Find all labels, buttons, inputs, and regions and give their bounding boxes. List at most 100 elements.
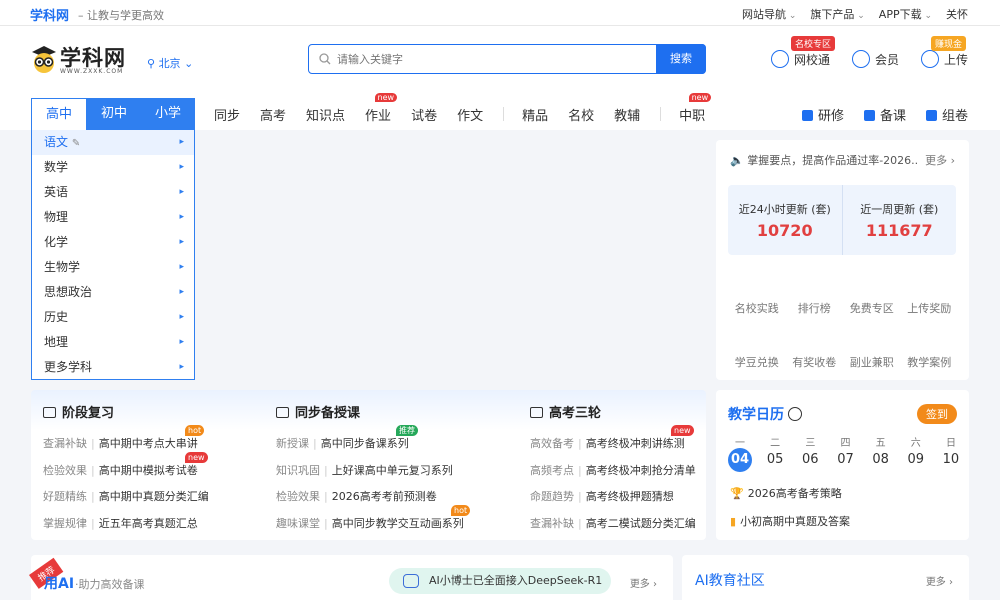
search-input[interactable] bbox=[337, 50, 637, 68]
bell-icon[interactable] bbox=[788, 407, 802, 421]
list-item[interactable]: 掌握规律 | 近五年高考真题汇总 bbox=[43, 511, 243, 538]
community-more-link[interactable]: 更多 › bbox=[926, 573, 953, 588]
nav-item-papers[interactable]: 试卷 bbox=[411, 105, 437, 124]
calendar-event[interactable]: ▮ 小初高期中真题及答案 bbox=[730, 513, 850, 529]
list-item[interactable]: 高频考点 | 高考终极冲刺抢分清单 bbox=[530, 458, 730, 485]
date[interactable]: 06 bbox=[798, 452, 822, 472]
subject-biology[interactable]: 生物学 bbox=[32, 255, 194, 280]
quick-link[interactable]: 教学案例 bbox=[901, 354, 959, 370]
site-logo[interactable]: 学科网 WWW.ZXXK.COM bbox=[30, 42, 130, 82]
search-icon bbox=[319, 53, 331, 65]
nav-item-sync[interactable]: 同步 bbox=[214, 105, 240, 124]
quick-link[interactable]: 名校实践 bbox=[728, 300, 786, 316]
book-icon bbox=[863, 109, 875, 121]
upload-button[interactable]: 赚现金 上传 bbox=[920, 36, 968, 68]
list-item[interactable]: 查漏补缺 | 高考二模试题分类汇编 bbox=[530, 511, 730, 538]
weekday: 五 bbox=[875, 438, 886, 449]
quick-link[interactable]: 学豆兑换 bbox=[728, 354, 786, 370]
date[interactable]: 08 bbox=[869, 452, 893, 472]
tab-primary-school[interactable]: 小学 bbox=[141, 98, 195, 130]
ai-more-link[interactable]: 更多 › bbox=[630, 575, 657, 590]
nav-item-knowledge[interactable]: 知识点 bbox=[306, 105, 345, 124]
notice-bar[interactable]: 🔈 掌握要点，提高作品通过率-2026... 更多 › bbox=[730, 152, 955, 168]
top-bar: 学科网 – 让教与学更高效 网站导航 旗下产品 APP下载 关怀 bbox=[0, 0, 1000, 26]
app-download-link[interactable]: APP下载 bbox=[879, 6, 932, 22]
quick-link[interactable]: 副业兼职 bbox=[843, 354, 901, 370]
header-actions: 名校专区 网校通 会员 赚现金 上传 bbox=[770, 36, 968, 68]
list-item[interactable]: 知识巩固 | 上好课高中单元复习系列 bbox=[276, 458, 476, 485]
nav-compose-paper[interactable]: 组卷 bbox=[925, 105, 968, 124]
subject-politics[interactable]: 思想政治 bbox=[32, 280, 194, 305]
nav-item-gaokao[interactable]: 高考 bbox=[260, 105, 286, 124]
subject-more[interactable]: 更多学科 bbox=[32, 355, 194, 380]
list-item[interactable]: 命题趋势 | 高考终极押题猜想 bbox=[530, 484, 730, 511]
list-item[interactable]: 高效备考 | 高考终极冲刺讲练测 new bbox=[530, 425, 730, 458]
subject-history[interactable]: 历史 bbox=[32, 305, 194, 330]
nav-item-vocational[interactable]: 中职 new bbox=[679, 92, 712, 124]
care-mode-link[interactable]: 关怀 bbox=[946, 6, 968, 22]
column-title[interactable]: 高考三轮 bbox=[530, 402, 730, 421]
sign-in-button[interactable]: 签到 bbox=[917, 404, 957, 424]
famous-school-tag: 名校专区 bbox=[790, 36, 835, 51]
column-title[interactable]: 阶段复习 bbox=[43, 402, 243, 421]
date[interactable]: 09 bbox=[904, 452, 928, 472]
quick-link[interactable]: 上传奖励 bbox=[901, 300, 959, 316]
list-item[interactable]: 检验效果 | 2026高考考前预测卷 bbox=[276, 484, 476, 511]
list-item[interactable]: 检验效果 | 高中期中模拟考试卷 new bbox=[43, 451, 243, 485]
city-selector[interactable]: ⚲ 北京 ⌄ bbox=[147, 55, 193, 71]
nav-item-tutoring[interactable]: 教辅 bbox=[614, 105, 640, 124]
nav-item-premium[interactable]: 精品 bbox=[522, 105, 548, 124]
search-button[interactable]: 搜索 bbox=[656, 44, 706, 74]
deepseek-banner[interactable]: AI小博士已全面接入DeepSeek-R1 bbox=[389, 568, 611, 594]
nav-item-essay[interactable]: 作文 bbox=[457, 105, 483, 124]
nav-lesson-prep[interactable]: 备课 bbox=[863, 105, 906, 124]
tab-middle-school[interactable]: 初中 bbox=[87, 98, 141, 130]
stat-value: 10720 bbox=[756, 221, 813, 240]
list-item[interactable]: 新授课 | 高中同步备课系列 推荐 bbox=[276, 425, 476, 458]
school-pass-button[interactable]: 名校专区 网校通 bbox=[770, 36, 835, 68]
date[interactable]: 07 bbox=[833, 452, 857, 472]
column-title[interactable]: 同步备授课 bbox=[276, 402, 476, 421]
divider: | bbox=[578, 516, 582, 530]
nav-divider bbox=[503, 107, 505, 121]
brand-small[interactable]: 学科网 bbox=[30, 5, 69, 24]
stat-label: 近24小时更新 (套) bbox=[738, 203, 831, 216]
quick-link[interactable]: 免费专区 bbox=[843, 300, 901, 316]
row-value: 近五年高考真题汇总 bbox=[98, 516, 198, 530]
products-link[interactable]: 旗下产品 bbox=[810, 6, 864, 22]
nav-item-homework[interactable]: 作业 new bbox=[365, 92, 398, 124]
quick-link[interactable]: 排行榜 bbox=[786, 300, 844, 316]
nav-item-famous-schools[interactable]: 名校 bbox=[568, 105, 594, 124]
divider: | bbox=[91, 463, 95, 477]
notice-more-link[interactable]: 更多 › bbox=[919, 152, 955, 168]
stat-label: 近一周更新 (套) bbox=[860, 203, 939, 216]
subject-chemistry[interactable]: 化学 bbox=[32, 230, 194, 255]
vip-button[interactable]: 会员 bbox=[851, 50, 899, 68]
calendar-event[interactable]: 🏆 2026高考备考策略 bbox=[730, 485, 842, 501]
list-item[interactable]: 好题精练 | 高中期中真题分类汇编 bbox=[43, 484, 243, 511]
column-title-text: 高考三轮 bbox=[549, 406, 602, 421]
list-item[interactable]: 趣味课堂 | 高中同步教学交互动画系列 hot bbox=[276, 504, 476, 538]
nav-research[interactable]: 研修 bbox=[801, 105, 844, 124]
column-title-text: 同步备授课 bbox=[295, 406, 361, 421]
subject-math[interactable]: 数学 bbox=[32, 155, 194, 180]
list-item[interactable]: 查漏补缺 | 高中期中考点大串讲 hot bbox=[43, 425, 243, 458]
ai-card: 推荐 用AI ·助力高效备课 AI小博士已全面接入DeepSeek-R1 更多 … bbox=[29, 555, 673, 600]
row-key: 知识巩固 bbox=[276, 463, 320, 477]
top-links: 网站导航 旗下产品 APP下载 关怀 bbox=[742, 6, 968, 22]
recommend-badge: 推荐 bbox=[396, 425, 418, 436]
subject-geography[interactable]: 地理 bbox=[32, 330, 194, 355]
date[interactable]: 10 bbox=[939, 452, 963, 472]
subject-physics[interactable]: 物理 bbox=[32, 205, 194, 230]
quick-link[interactable]: 有奖收卷 bbox=[786, 354, 844, 370]
divider: | bbox=[578, 490, 582, 503]
divider: | bbox=[91, 516, 95, 530]
subject-english[interactable]: 英语 bbox=[32, 180, 194, 205]
date[interactable]: 05 bbox=[763, 452, 787, 472]
tab-high-school[interactable]: 高中 bbox=[31, 98, 87, 130]
weekday: 日 bbox=[945, 438, 956, 449]
date-today[interactable]: 04 bbox=[728, 448, 752, 472]
subject-chinese[interactable]: 语文 ✎ bbox=[32, 130, 194, 155]
site-nav-link[interactable]: 网站导航 bbox=[742, 6, 796, 22]
row-value: 2026高考考前预测卷 bbox=[331, 490, 437, 503]
